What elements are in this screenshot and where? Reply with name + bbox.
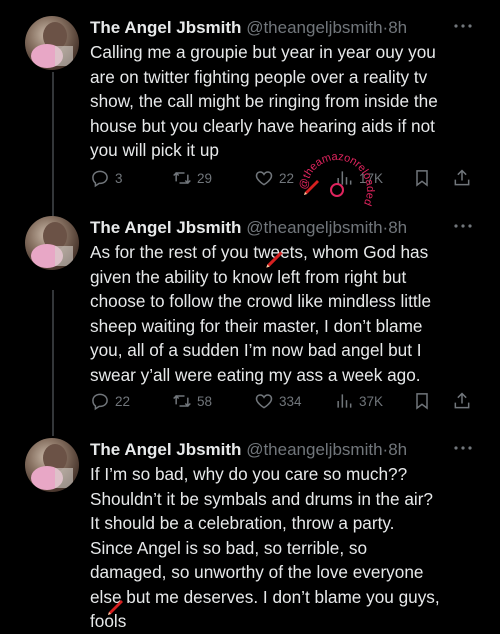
tweet-header: The Angel Jbsmith @theangeljbsmith·8h bbox=[90, 438, 407, 462]
reply-count: 3 bbox=[115, 171, 123, 186]
bookmark-icon bbox=[412, 168, 432, 191]
tweet[interactable]: The Angel Jbsmith @theangeljbsmith·8h If… bbox=[0, 438, 500, 631]
reply-count: 22 bbox=[115, 394, 131, 409]
bookmark-button[interactable] bbox=[412, 167, 432, 191]
share-icon bbox=[452, 391, 472, 414]
timestamp[interactable]: 8h bbox=[388, 18, 407, 37]
share-icon bbox=[452, 168, 472, 191]
more-icon[interactable] bbox=[452, 438, 474, 462]
avatar[interactable] bbox=[25, 216, 79, 270]
bookmark-icon bbox=[412, 391, 432, 414]
repost-icon bbox=[172, 391, 192, 414]
tweet-header: The Angel Jbsmith @theangeljbsmith·8h bbox=[90, 16, 407, 40]
handle[interactable]: @theangeljbsmith bbox=[246, 440, 382, 459]
reply-button[interactable]: 3 bbox=[90, 167, 123, 191]
timestamp[interactable]: 8h bbox=[388, 218, 407, 237]
reply-icon bbox=[90, 168, 110, 191]
heart-icon bbox=[254, 168, 274, 191]
like-count: 22 bbox=[279, 171, 295, 186]
handle[interactable]: @theangeljbsmith bbox=[246, 218, 382, 237]
share-button[interactable] bbox=[452, 390, 472, 414]
avatar[interactable] bbox=[25, 16, 79, 70]
display-name[interactable]: The Angel Jbsmith bbox=[90, 18, 241, 37]
like-button[interactable]: 22 bbox=[254, 167, 294, 191]
timestamp[interactable]: 8h bbox=[388, 440, 407, 459]
tweet[interactable]: The Angel Jbsmith @theangeljbsmith·8h Ca… bbox=[0, 16, 500, 192]
reply-button[interactable]: 22 bbox=[90, 390, 130, 414]
avatar[interactable] bbox=[25, 438, 79, 492]
repost-count: 58 bbox=[197, 394, 213, 409]
repost-count: 29 bbox=[197, 171, 213, 186]
handle[interactable]: @theangeljbsmith bbox=[246, 18, 382, 37]
repost-button[interactable]: 58 bbox=[172, 390, 212, 414]
bookmark-button[interactable] bbox=[412, 390, 432, 414]
views-icon bbox=[334, 391, 354, 414]
like-button[interactable]: 334 bbox=[254, 390, 302, 414]
repost-button[interactable]: 29 bbox=[172, 167, 212, 191]
tweet-header: The Angel Jbsmith @theangeljbsmith·8h bbox=[90, 216, 407, 240]
tweet-text: Calling me a groupie but year in year ou… bbox=[90, 42, 438, 160]
views-button[interactable]: 37K bbox=[334, 390, 383, 414]
display-name[interactable]: The Angel Jbsmith bbox=[90, 218, 241, 237]
repost-icon bbox=[172, 168, 192, 191]
view-count: 17K bbox=[359, 171, 384, 186]
more-icon[interactable] bbox=[452, 216, 474, 240]
heart-icon bbox=[254, 391, 274, 414]
action-bar: 3 29 22 17K bbox=[90, 167, 480, 191]
tweet[interactable]: The Angel Jbsmith @theangeljbsmith·8h As… bbox=[0, 216, 500, 416]
views-button[interactable]: 17K bbox=[334, 167, 383, 191]
like-count: 334 bbox=[279, 394, 302, 409]
action-bar: 22 58 334 37K bbox=[90, 390, 480, 414]
display-name[interactable]: The Angel Jbsmith bbox=[90, 440, 241, 459]
tweet-text: As for the rest of you tweets, whom God … bbox=[90, 242, 432, 385]
views-icon bbox=[334, 168, 354, 191]
tweet-text: If I’m so bad, why do you care so much??… bbox=[90, 464, 440, 631]
share-button[interactable] bbox=[452, 167, 472, 191]
view-count: 37K bbox=[359, 394, 384, 409]
reply-icon bbox=[90, 391, 110, 414]
more-icon[interactable] bbox=[452, 16, 474, 40]
